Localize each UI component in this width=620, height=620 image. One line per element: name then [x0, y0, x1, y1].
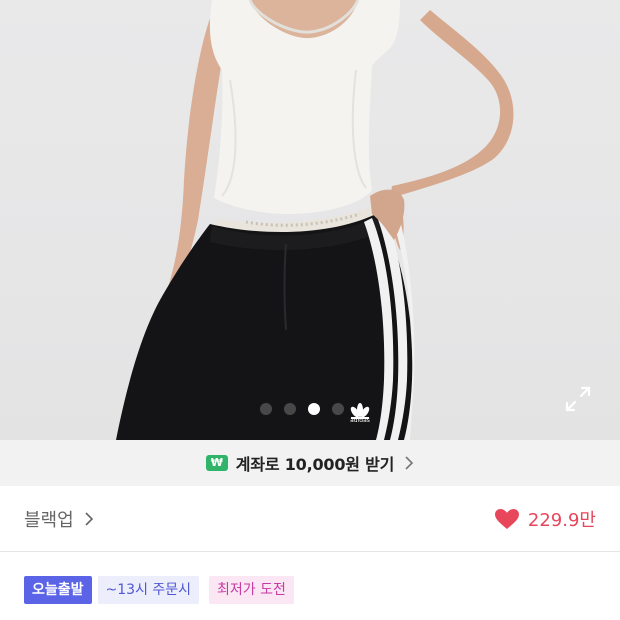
carousel-indicator [260, 403, 344, 415]
variant-selector[interactable]: 블랙업 [24, 506, 94, 532]
promo-text: 계좌로 10,000원 받기 [235, 455, 395, 474]
carousel-dot[interactable] [284, 403, 296, 415]
like-count: 229.9만 [527, 509, 596, 531]
order-cutoff-badge: ~13시 주문시 [97, 576, 200, 604]
carousel-dot-active[interactable] [308, 403, 320, 415]
won-icon: ₩ [205, 455, 228, 471]
carousel-dot[interactable] [260, 403, 272, 415]
chevron-right-icon [405, 456, 414, 470]
brand-mark: adidas [350, 417, 370, 424]
heart-icon [494, 508, 519, 529]
product-option-row: 블랙업 229.9만 [0, 486, 620, 552]
shipping-badges: 오늘출발 ~13시 주문시 최저가 도전 [24, 576, 294, 604]
product-image-carousel[interactable]: adidas [0, 0, 620, 440]
today-shipping-badge: 오늘출발 [24, 576, 92, 604]
product-detail-page: adidas ₩ 계좌로 10,000원 받기 블랙업 229.9만 오늘출발 … [0, 0, 620, 620]
product-photo: adidas [116, 0, 514, 440]
chevron-right-icon [85, 511, 93, 526]
account-payment-promo-banner[interactable]: ₩ 계좌로 10,000원 받기 [0, 440, 620, 486]
like-button[interactable]: 229.9만 [494, 506, 596, 532]
carousel-dot[interactable] [332, 403, 344, 415]
expand-icon[interactable] [563, 384, 593, 414]
lowest-price-badge: 최저가 도전 [209, 576, 294, 604]
variant-label: 블랙업 [24, 509, 74, 531]
